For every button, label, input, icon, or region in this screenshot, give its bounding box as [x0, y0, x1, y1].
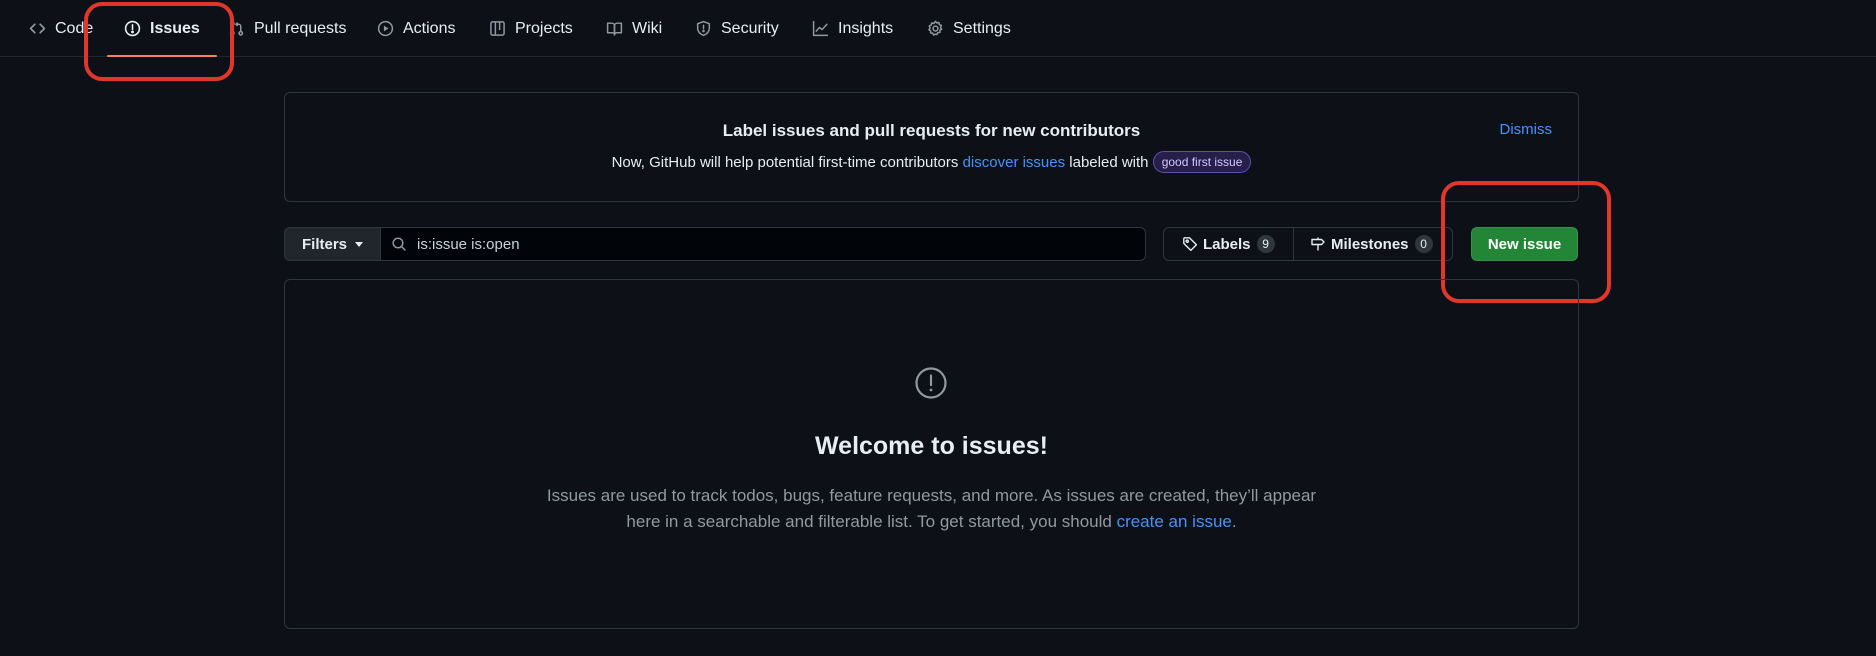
- milestones-button[interactable]: Milestones 0: [1294, 228, 1452, 260]
- dismiss-button[interactable]: Dismiss: [1500, 121, 1553, 138]
- search-icon: [392, 237, 406, 251]
- caret-down-icon: [355, 241, 363, 247]
- tab-label: Pull requests: [254, 19, 347, 37]
- play-icon: [377, 20, 394, 37]
- graph-icon: [812, 20, 829, 37]
- search-input[interactable]: [417, 235, 1145, 253]
- tab-label: Wiki: [632, 19, 663, 37]
- discover-issues-link[interactable]: discover issues: [963, 154, 1066, 171]
- blankslate-title: Welcome to issues!: [815, 432, 1048, 460]
- labels-count: 9: [1256, 235, 1275, 253]
- gear-icon: [928, 20, 943, 36]
- milestone-icon: [1311, 237, 1325, 251]
- filters-button[interactable]: Filters: [284, 227, 381, 261]
- tab-wiki[interactable]: Wiki: [606, 0, 662, 57]
- tag-icon: [1183, 237, 1198, 252]
- milestones-count: 0: [1414, 235, 1433, 253]
- annotation-highlight-issues-tab: [84, 2, 234, 81]
- tab-projects[interactable]: Projects: [489, 0, 573, 57]
- tab-label: Insights: [838, 19, 894, 37]
- issue-opened-icon: [915, 367, 947, 399]
- issues-blankslate: Welcome to issues! Issues are used to tr…: [284, 279, 1579, 629]
- filters-label: Filters: [301, 235, 347, 253]
- banner-text-start: Now, GitHub will help potential first-ti…: [611, 154, 963, 171]
- tab-security[interactable]: Security: [695, 0, 779, 57]
- blankslate-text-end: .: [1231, 512, 1237, 531]
- blankslate-text: Issues are used to track todos, bugs, fe…: [545, 483, 1318, 535]
- create-issue-link[interactable]: create an issue: [1117, 512, 1232, 531]
- shield-icon: [696, 20, 711, 37]
- labels-label: Labels: [1203, 235, 1251, 253]
- good-first-issue-label: good first issue: [1152, 151, 1252, 173]
- labels-button[interactable]: Labels 9: [1164, 228, 1294, 260]
- table-icon: [490, 21, 505, 36]
- tab-label: Projects: [515, 19, 573, 37]
- tab-pull-requests[interactable]: Pull requests: [228, 0, 347, 57]
- banner-text-middle: labeled with: [1065, 154, 1153, 171]
- tab-label: Actions: [403, 19, 456, 37]
- tab-insights[interactable]: Insights: [812, 0, 893, 57]
- tab-label: Security: [721, 19, 779, 37]
- banner-title: Label issues and pull requests for new c…: [722, 121, 1141, 140]
- tab-settings[interactable]: Settings: [927, 0, 1011, 57]
- contributors-banner: Label issues and pull requests for new c…: [284, 92, 1579, 202]
- milestones-label: Milestones: [1331, 235, 1409, 253]
- tab-actions[interactable]: Actions: [377, 0, 455, 57]
- repo-nav: Code Issues Pull requests Actions Projec…: [0, 0, 1876, 57]
- labels-milestones-group: Labels 9 Milestones 0: [1163, 227, 1453, 261]
- code-icon: [29, 23, 46, 34]
- book-icon: [606, 22, 623, 36]
- banner-text: Now, GitHub will help potential first-ti…: [285, 151, 1578, 173]
- tab-label: Settings: [953, 19, 1011, 37]
- issue-search: [380, 227, 1146, 261]
